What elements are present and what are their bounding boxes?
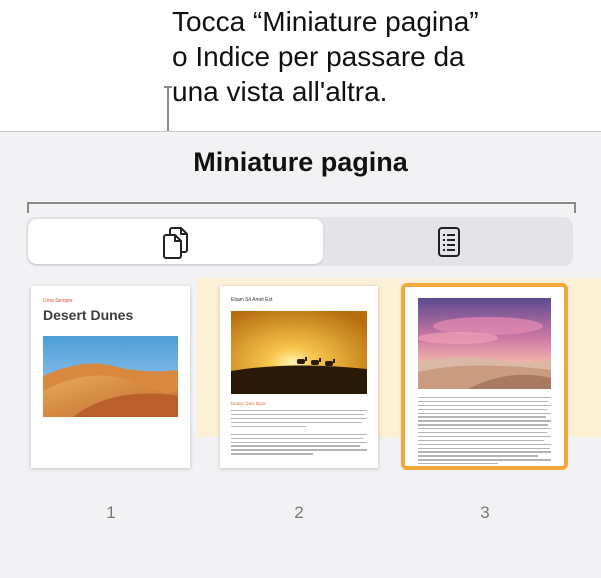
- page-number-2: 2: [294, 503, 304, 522]
- page-2-caption: Donec Quis Nunc: [231, 401, 267, 406]
- page-2-title: Etiam Sit Amet Est: [231, 297, 273, 303]
- callout-bracket-right: [574, 202, 576, 213]
- callout-line-2: o Indice per passare da: [172, 41, 465, 72]
- pink-sky-dunes-photo: [418, 298, 551, 389]
- page-number-3: 3: [480, 503, 490, 522]
- panel-title: Miniature pagina: [193, 147, 408, 177]
- page-1-kicker: Urna Semper: [43, 298, 73, 304]
- page-thumbnail-2[interactable]: Etiam Sit Amet Est Donec Quis Nunc: [220, 286, 378, 468]
- table-of-contents-icon: [437, 226, 460, 257]
- view-segmented-control: [26, 217, 573, 266]
- callout-line-3: una vista all'altra.: [172, 76, 388, 107]
- page-2-body-text: [231, 410, 367, 457]
- desert-dunes-photo: [43, 336, 178, 417]
- camel-caravan-sunset-photo: [231, 311, 367, 394]
- page-thumbnail-1[interactable]: Urna Semper Desert Dunes: [31, 286, 190, 468]
- page-3-body-text: [418, 397, 551, 466]
- page-thumbnails-segment[interactable]: [28, 219, 323, 264]
- page-thumbnail-3[interactable]: [401, 283, 568, 470]
- page-thumbnails-icon: [162, 226, 188, 259]
- page-number-1: 1: [106, 503, 116, 522]
- page-1-title: Desert Dunes: [43, 307, 134, 323]
- callout-line-1: Tocca “Miniature pagina”: [172, 6, 479, 37]
- callout-text: Tocca “Miniature pagina” o Indice per pa…: [172, 4, 592, 109]
- callout-bracket-left: [27, 202, 29, 213]
- table-of-contents-segment[interactable]: [326, 219, 571, 264]
- callout-bracket: [27, 202, 576, 204]
